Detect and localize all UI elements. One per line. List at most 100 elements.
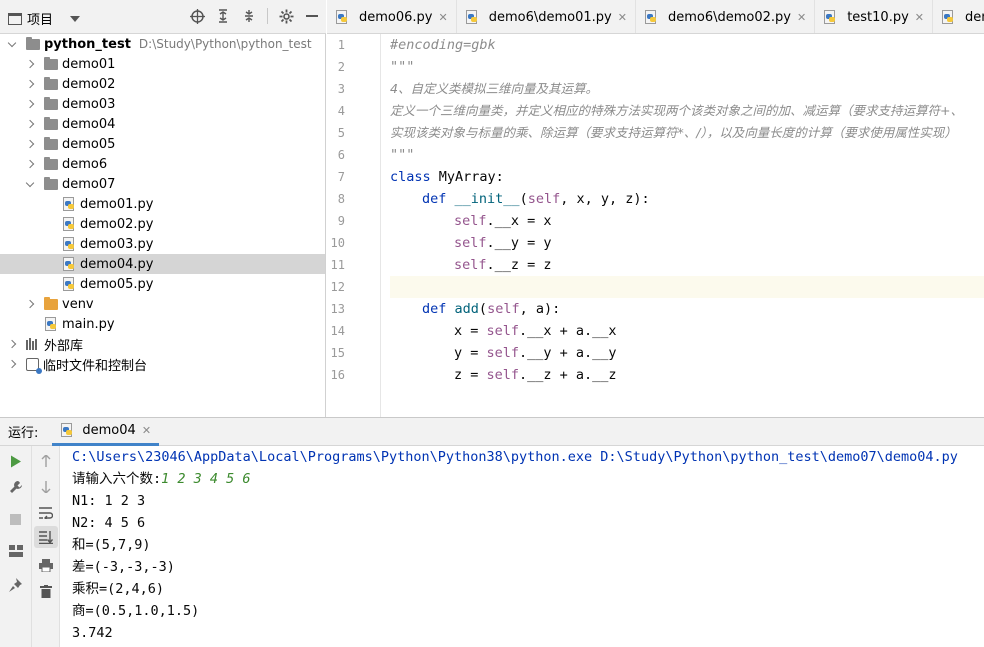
tree-item-label: demo04.py bbox=[80, 256, 154, 272]
folder-icon bbox=[44, 116, 58, 130]
tree-item-demo03-py[interactable]: demo03.py bbox=[0, 234, 325, 254]
python-file-icon bbox=[62, 277, 76, 291]
rerun-icon[interactable] bbox=[0, 450, 31, 472]
console-output[interactable]: C:\Users\23046\AppData\Local\Programs\Py… bbox=[60, 446, 984, 647]
project-view-selector[interactable]: 项目 bbox=[8, 9, 81, 28]
chevron-right-icon[interactable] bbox=[24, 154, 36, 174]
tree-item-label: 外部库 bbox=[44, 338, 84, 354]
tree-item-external-libraries[interactable]: 外部库 bbox=[0, 334, 325, 354]
trash-icon[interactable] bbox=[32, 580, 59, 602]
line-number: 10 bbox=[330, 236, 345, 250]
tree-item-demo02[interactable]: demo02 bbox=[0, 74, 325, 94]
code-keyword: def bbox=[422, 191, 447, 207]
tab-demo6-demo02-py[interactable]: demo6\demo02.py ✕ bbox=[636, 0, 816, 33]
run-tab-demo04[interactable]: demo04 ✕ bbox=[52, 418, 160, 446]
code-self: self bbox=[486, 367, 520, 383]
code-line: 实现该类对象与标量的乘、除运算（要求支持运算符*、/），以及向量长度的计算（要求… bbox=[390, 122, 957, 144]
chevron-right-icon[interactable] bbox=[6, 354, 18, 374]
folder-icon bbox=[44, 136, 58, 150]
chevron-down-icon[interactable] bbox=[70, 15, 81, 22]
code-line: def add(self, a): bbox=[422, 298, 560, 320]
layout-icon[interactable] bbox=[0, 540, 31, 562]
chevron-right-icon[interactable] bbox=[24, 134, 36, 154]
chevron-down-icon[interactable] bbox=[24, 174, 36, 194]
close-icon[interactable]: ✕ bbox=[142, 424, 151, 437]
chevron-down-icon[interactable] bbox=[6, 34, 18, 54]
scroll-to-end-icon[interactable] bbox=[34, 526, 58, 548]
tree-item-demo05-py[interactable]: demo05.py bbox=[0, 274, 325, 294]
line-number: 7 bbox=[337, 170, 345, 184]
folder-icon bbox=[44, 176, 58, 190]
collapse-all-icon[interactable] bbox=[241, 8, 257, 24]
tree-item-venv[interactable]: venv bbox=[0, 294, 325, 314]
soft-wrap-icon[interactable] bbox=[32, 502, 59, 524]
code-line: #encoding=gbk bbox=[390, 34, 496, 56]
tab-label: demo6\demo03 bbox=[965, 9, 984, 25]
line-number: 1 bbox=[337, 38, 345, 52]
tree-item-demo07[interactable]: demo07 bbox=[0, 174, 325, 194]
code-text: ( bbox=[519, 191, 528, 207]
tab-test10-py[interactable]: test10.py ✕ bbox=[815, 0, 933, 33]
chevron-right-icon[interactable] bbox=[6, 334, 18, 354]
close-icon[interactable]: ✕ bbox=[915, 11, 924, 24]
tree-item-label: demo03 bbox=[62, 96, 116, 112]
tree-item-label: demo04 bbox=[62, 116, 116, 132]
crosshair-icon[interactable] bbox=[189, 8, 205, 24]
code-editor[interactable]: #encoding=gbk """ 4、自定义类模拟三维向量及其运算。 定义一个… bbox=[390, 34, 984, 417]
code-line: self.__z = z bbox=[454, 254, 552, 276]
tab-demo06-py[interactable]: demo06.py ✕ bbox=[327, 0, 457, 33]
expand-all-icon[interactable] bbox=[215, 8, 231, 24]
tree-item-demo6[interactable]: demo6 bbox=[0, 154, 325, 174]
code-text: ( bbox=[478, 301, 488, 317]
tree-item-demo04[interactable]: demo04 bbox=[0, 114, 325, 134]
tree-item-python-test[interactable]: python_test D:\Study\Python\python_test bbox=[0, 34, 325, 54]
code-line: 4、自定义类模拟三维向量及其运算。 bbox=[390, 78, 598, 100]
tab-demo6-demo03[interactable]: demo6\demo03 bbox=[933, 0, 984, 33]
line-number: 3 bbox=[337, 82, 345, 96]
code-line-current bbox=[390, 276, 984, 298]
run-toolbar-primary bbox=[0, 446, 32, 647]
folder-icon bbox=[26, 36, 40, 50]
gear-icon[interactable] bbox=[278, 8, 294, 24]
stop-icon[interactable] bbox=[0, 508, 31, 530]
code-line: y = self.__y + a.__y bbox=[454, 342, 617, 364]
code-comment: #encoding=gbk bbox=[390, 37, 496, 53]
console-line: 乘积=(2,4,6) bbox=[72, 581, 165, 597]
arrow-up-icon[interactable] bbox=[32, 450, 59, 472]
code-keyword: class bbox=[390, 169, 431, 185]
code-text: x = bbox=[454, 323, 487, 339]
pin-icon[interactable] bbox=[0, 574, 31, 596]
tab-label: test10.py bbox=[847, 9, 909, 25]
chevron-right-icon[interactable] bbox=[24, 54, 36, 74]
tree-item-main-py[interactable]: main.py bbox=[0, 314, 325, 334]
python-file-icon bbox=[644, 10, 658, 24]
hide-icon[interactable] bbox=[304, 8, 320, 24]
console-command-line: C:\Users\23046\AppData\Local\Programs\Py… bbox=[72, 449, 958, 465]
print-icon[interactable] bbox=[32, 554, 59, 576]
tree-item-demo03[interactable]: demo03 bbox=[0, 94, 325, 114]
close-icon[interactable]: ✕ bbox=[439, 11, 448, 24]
line-number: 6 bbox=[337, 148, 345, 162]
close-icon[interactable]: ✕ bbox=[618, 11, 627, 24]
tab-demo6-demo01-py[interactable]: demo6\demo01.py ✕ bbox=[457, 0, 636, 33]
chevron-right-icon[interactable] bbox=[24, 94, 36, 114]
run-toolbar-secondary bbox=[32, 446, 60, 647]
python-file-icon bbox=[62, 197, 76, 211]
line-number: 8 bbox=[337, 192, 345, 206]
close-icon[interactable]: ✕ bbox=[797, 11, 806, 24]
tree-item-demo04-py[interactable]: demo04.py bbox=[0, 254, 325, 274]
chevron-right-icon[interactable] bbox=[24, 114, 36, 134]
line-number: 15 bbox=[330, 346, 345, 360]
arrow-down-icon[interactable] bbox=[32, 476, 59, 498]
tree-item-demo05[interactable]: demo05 bbox=[0, 134, 325, 154]
tree-item-demo01-py[interactable]: demo01.py bbox=[0, 194, 325, 214]
tree-item-scratches[interactable]: 临时文件和控制台 bbox=[0, 354, 325, 374]
chevron-right-icon[interactable] bbox=[24, 74, 36, 94]
tree-item-demo02-py[interactable]: demo02.py bbox=[0, 214, 325, 234]
wrench-icon[interactable] bbox=[0, 476, 31, 498]
tree-item-demo01[interactable]: demo01 bbox=[0, 54, 325, 74]
folder-icon bbox=[44, 96, 58, 110]
code-self: self bbox=[527, 191, 561, 207]
console-prompt: 请输入六个数: bbox=[72, 471, 162, 487]
chevron-right-icon[interactable] bbox=[24, 294, 36, 314]
